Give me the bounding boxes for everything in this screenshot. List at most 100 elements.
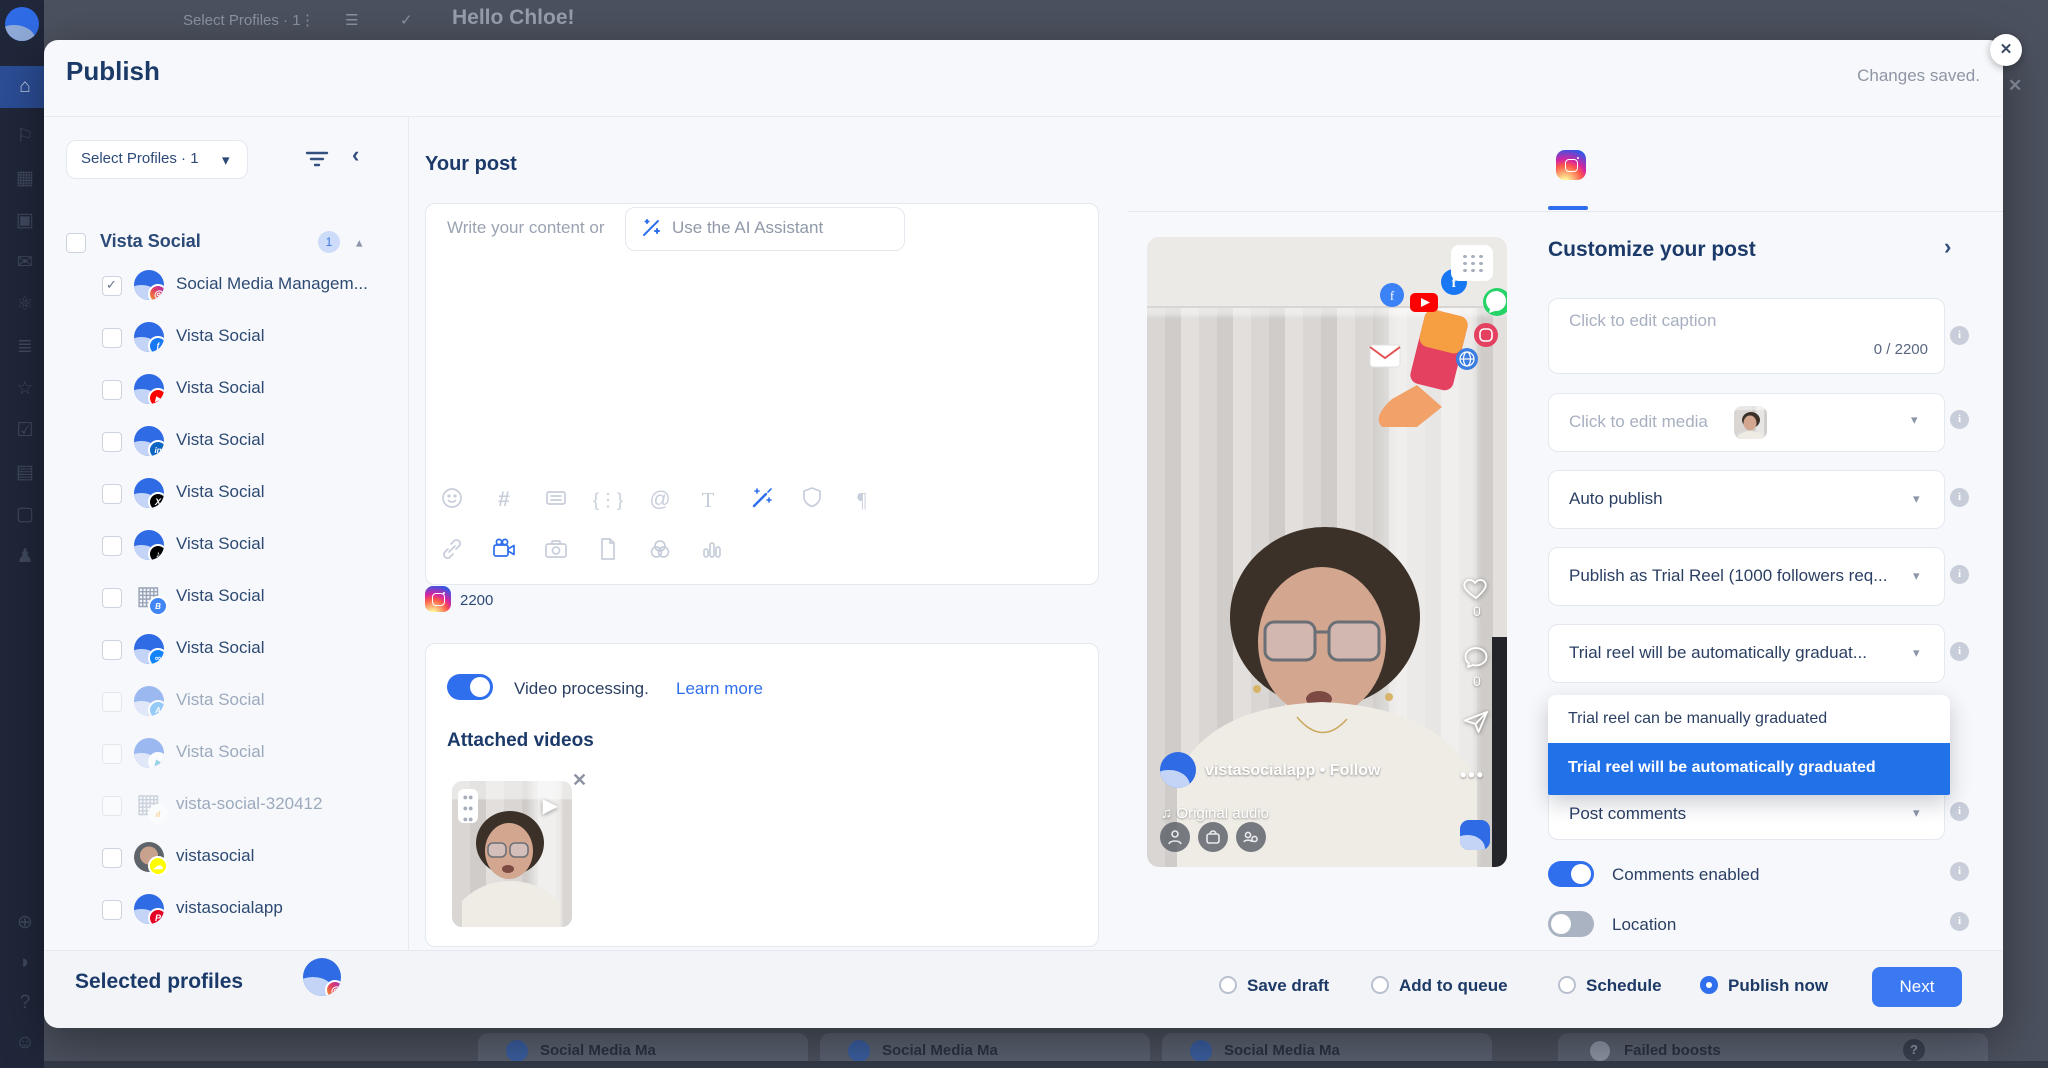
tab-instagram[interactable] (1556, 150, 1586, 180)
collab-icon[interactable] (1236, 822, 1266, 852)
graduate-select[interactable]: Trial reel will be automatically graduat… (1548, 624, 1945, 683)
drag-handle-icon[interactable]: ●●●●●● (458, 789, 478, 823)
tag-people-icon[interactable] (1160, 822, 1190, 852)
follow-button[interactable]: Follow (1330, 762, 1381, 779)
share-icon[interactable] (1462, 709, 1490, 740)
profile-checkbox[interactable] (102, 484, 122, 504)
remove-video-icon[interactable]: ✕ (572, 770, 587, 791)
feedback-smiley-icon[interactable]: ☺ (8, 1028, 42, 1058)
variables-icon[interactable]: {⋮} (593, 485, 623, 515)
ai-assistant-button[interactable]: Use the AI Assistant (625, 207, 905, 251)
profile-row[interactable]: vistasocialapp (44, 883, 404, 935)
tasks-icon[interactable]: ☑ (8, 416, 42, 446)
bg-filter-icon[interactable]: ⋮ (300, 11, 315, 29)
text-format-icon[interactable]: T (693, 485, 723, 515)
profile-row[interactable]: Vista Social (44, 311, 404, 363)
profile-row[interactable]: Vista Social (44, 727, 404, 779)
video-processing-toggle[interactable] (447, 674, 493, 700)
more-options-icon[interactable]: ••• (1460, 765, 1485, 786)
help-icon[interactable]: ? (1903, 1039, 1925, 1061)
snippets-icon[interactable] (541, 485, 571, 515)
profile-row[interactable]: Vista Social (44, 571, 404, 623)
mention-icon[interactable]: @ (645, 485, 675, 515)
info-icon[interactable] (1950, 642, 1969, 661)
listening-icon[interactable]: ≣ (8, 332, 42, 362)
reports-icon[interactable]: ▤ (8, 458, 42, 488)
chart-icon[interactable] (697, 536, 727, 566)
notifications-icon[interactable]: ◗ (8, 948, 42, 978)
help-circle-icon[interactable]: ? (8, 988, 42, 1018)
save-draft-radio[interactable] (1219, 976, 1237, 994)
link-icon[interactable] (437, 536, 467, 566)
profile-row[interactable]: Social Media Managem... (44, 259, 404, 311)
attached-video-thumbnail[interactable]: ●●●●●● ▶ (452, 781, 572, 927)
publish-now-radio[interactable] (1700, 976, 1718, 994)
chevron-up-icon[interactable]: ▾ (356, 236, 363, 252)
learn-more-link[interactable]: Learn more (676, 679, 763, 699)
preview-username-row[interactable]: vistasocialapp • Follow (1205, 762, 1380, 780)
profile-row[interactable]: Vista Social (44, 415, 404, 467)
info-icon[interactable] (1950, 410, 1969, 429)
reviews-icon[interactable]: ☆ (8, 374, 42, 404)
filter-icon[interactable] (304, 148, 330, 170)
group-checkbox[interactable] (66, 233, 86, 253)
profile-row[interactable]: Vista Social (44, 623, 404, 675)
close-modal-button[interactable]: ✕ (1990, 34, 2022, 66)
megaphone-icon[interactable]: ⚐ (8, 122, 42, 152)
info-icon[interactable] (1950, 912, 1969, 931)
schedule-radio[interactable] (1558, 976, 1576, 994)
info-icon[interactable] (1950, 488, 1969, 507)
camera-icon[interactable] (541, 536, 571, 566)
profile-checkbox[interactable] (102, 848, 122, 868)
post-editor[interactable] (425, 203, 1099, 585)
trial-reel-select[interactable]: Publish as Trial Reel (1000 followers re… (1548, 547, 1945, 606)
dismiss-toast-icon[interactable]: ✕ (2008, 76, 2022, 96)
comment-icon[interactable] (1462, 645, 1490, 676)
media-field[interactable]: Click to edit media ▾ (1548, 393, 1945, 452)
collapse-panel-icon[interactable]: ‹ (352, 142, 359, 168)
profile-row[interactable]: Vista Social (44, 467, 404, 519)
media-icon[interactable]: ▣ (8, 206, 42, 236)
shield-icon[interactable] (797, 485, 827, 515)
dropdown-option[interactable]: Trial reel can be manually graduated (1548, 695, 1950, 743)
caption-field[interactable]: Click to edit caption 0 / 2200 (1548, 298, 1945, 374)
shop-icon[interactable] (1198, 822, 1228, 852)
grid-view-button[interactable] (1451, 245, 1493, 281)
select-profiles-dropdown[interactable]: Select Profiles · 1 ▾ (66, 140, 248, 179)
bg-menu-icon[interactable]: ☰ (345, 11, 358, 29)
profile-checkbox[interactable] (102, 588, 122, 608)
profile-checkbox[interactable] (102, 432, 122, 452)
profile-row[interactable]: vista-social-320412 (44, 779, 404, 831)
paragraph-icon[interactable]: ¶ (847, 485, 877, 515)
profile-checkbox[interactable] (102, 536, 122, 556)
dropdown-option-selected[interactable]: Trial reel will be automatically graduat… (1548, 743, 1950, 795)
profile-checkbox[interactable] (102, 640, 122, 660)
profile-checkbox[interactable] (102, 380, 122, 400)
info-icon[interactable] (1950, 802, 1969, 821)
calendar-icon[interactable]: ▦ (8, 164, 42, 194)
next-button[interactable]: Next (1872, 967, 1962, 1007)
profile-row[interactable]: Vista Social (44, 519, 404, 571)
profile-checkbox[interactable] (102, 276, 122, 296)
add-to-queue-radio[interactable] (1371, 976, 1389, 994)
connections-icon[interactable]: ⚛ (8, 290, 42, 320)
comments-enabled-toggle[interactable] (1548, 861, 1594, 887)
advocacy-icon[interactable]: ♟ (8, 542, 42, 572)
location-toggle[interactable] (1548, 911, 1594, 937)
hashtag-icon[interactable]: # (489, 485, 519, 515)
like-icon[interactable] (1462, 575, 1490, 606)
profile-row[interactable]: vistasocial (44, 831, 404, 883)
profile-row[interactable]: Vista Social (44, 363, 404, 415)
info-icon[interactable] (1950, 326, 1969, 345)
home-icon[interactable]: ⌂ (8, 72, 42, 102)
emoji-icon[interactable] (437, 485, 467, 515)
library-icon[interactable]: ▢ (8, 500, 42, 530)
video-icon[interactable] (489, 536, 519, 566)
play-icon[interactable]: ▶ (543, 793, 558, 818)
audio-row[interactable]: ♫ Original audio (1161, 805, 1269, 822)
profile-checkbox[interactable] (102, 900, 122, 920)
expand-customize-icon[interactable]: › (1944, 234, 1951, 260)
blend-icon[interactable] (645, 536, 675, 566)
profile-row[interactable]: Vista Social (44, 675, 404, 727)
inbox-icon[interactable]: ✉ (8, 248, 42, 278)
